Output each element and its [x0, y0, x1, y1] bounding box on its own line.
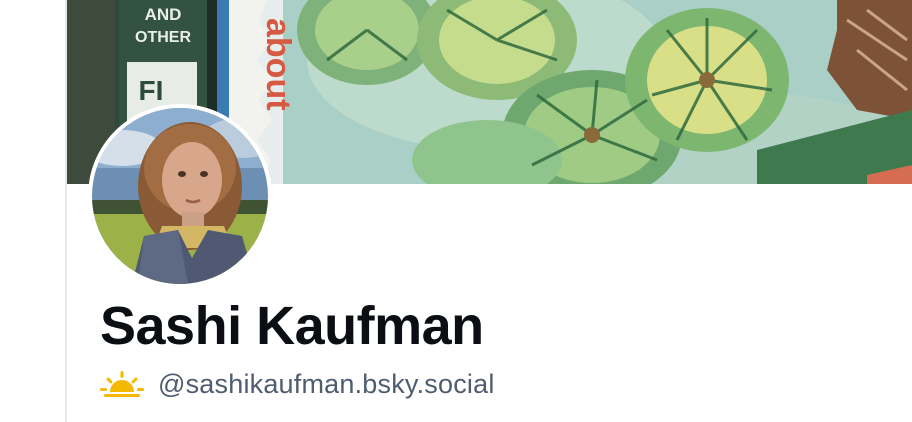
banner-book-text-1: AND [145, 5, 182, 24]
profile-display-name: Sashi Kaufman [100, 296, 484, 356]
banner-book-text-4: about [259, 18, 297, 111]
profile-page: AND OTHER FI about Sashi Kaufman @sashik… [0, 0, 912, 422]
avatar-photo [92, 108, 268, 284]
banner-book-text-3: FI [139, 75, 164, 106]
banner-book-text-2: OTHER [135, 29, 191, 46]
profile-avatar[interactable] [88, 104, 272, 288]
profile-handle[interactable]: @sashikaufman.bsky.social [158, 369, 495, 400]
sunrise-icon [100, 369, 144, 399]
profile-handle-row: @sashikaufman.bsky.social [100, 364, 495, 404]
